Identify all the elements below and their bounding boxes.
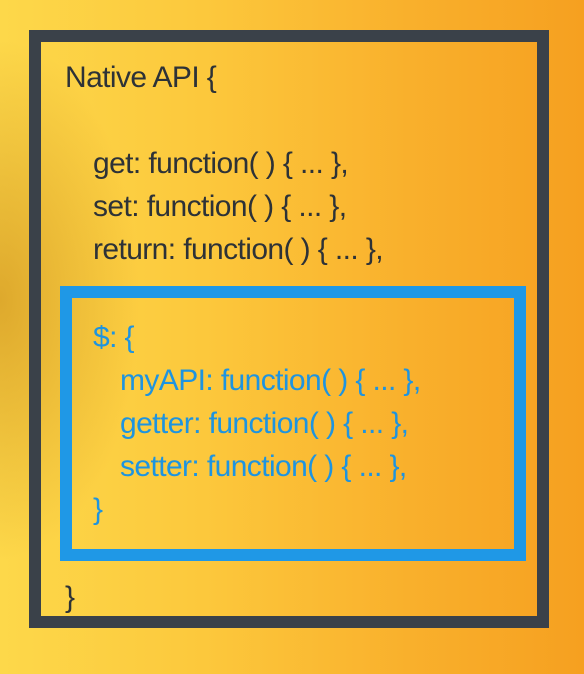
native-api-header: Native API { [65,61,217,94]
native-method-set: set: function( ) { ... }, [93,190,347,223]
custom-method-getter: getter: function( ) { ... }, [120,407,409,440]
custom-api-header: $: { [93,321,135,354]
custom-api-close-brace: } [93,493,103,526]
native-method-return: return: function( ) { ... }, [93,233,384,266]
custom-method-myapi: myAPI: function( ) { ... }, [120,364,421,397]
native-method-get: get: function( ) { ... }, [93,147,349,180]
custom-method-setter: setter: function( ) { ... }, [120,450,407,483]
native-api-close-brace: } [65,581,75,614]
